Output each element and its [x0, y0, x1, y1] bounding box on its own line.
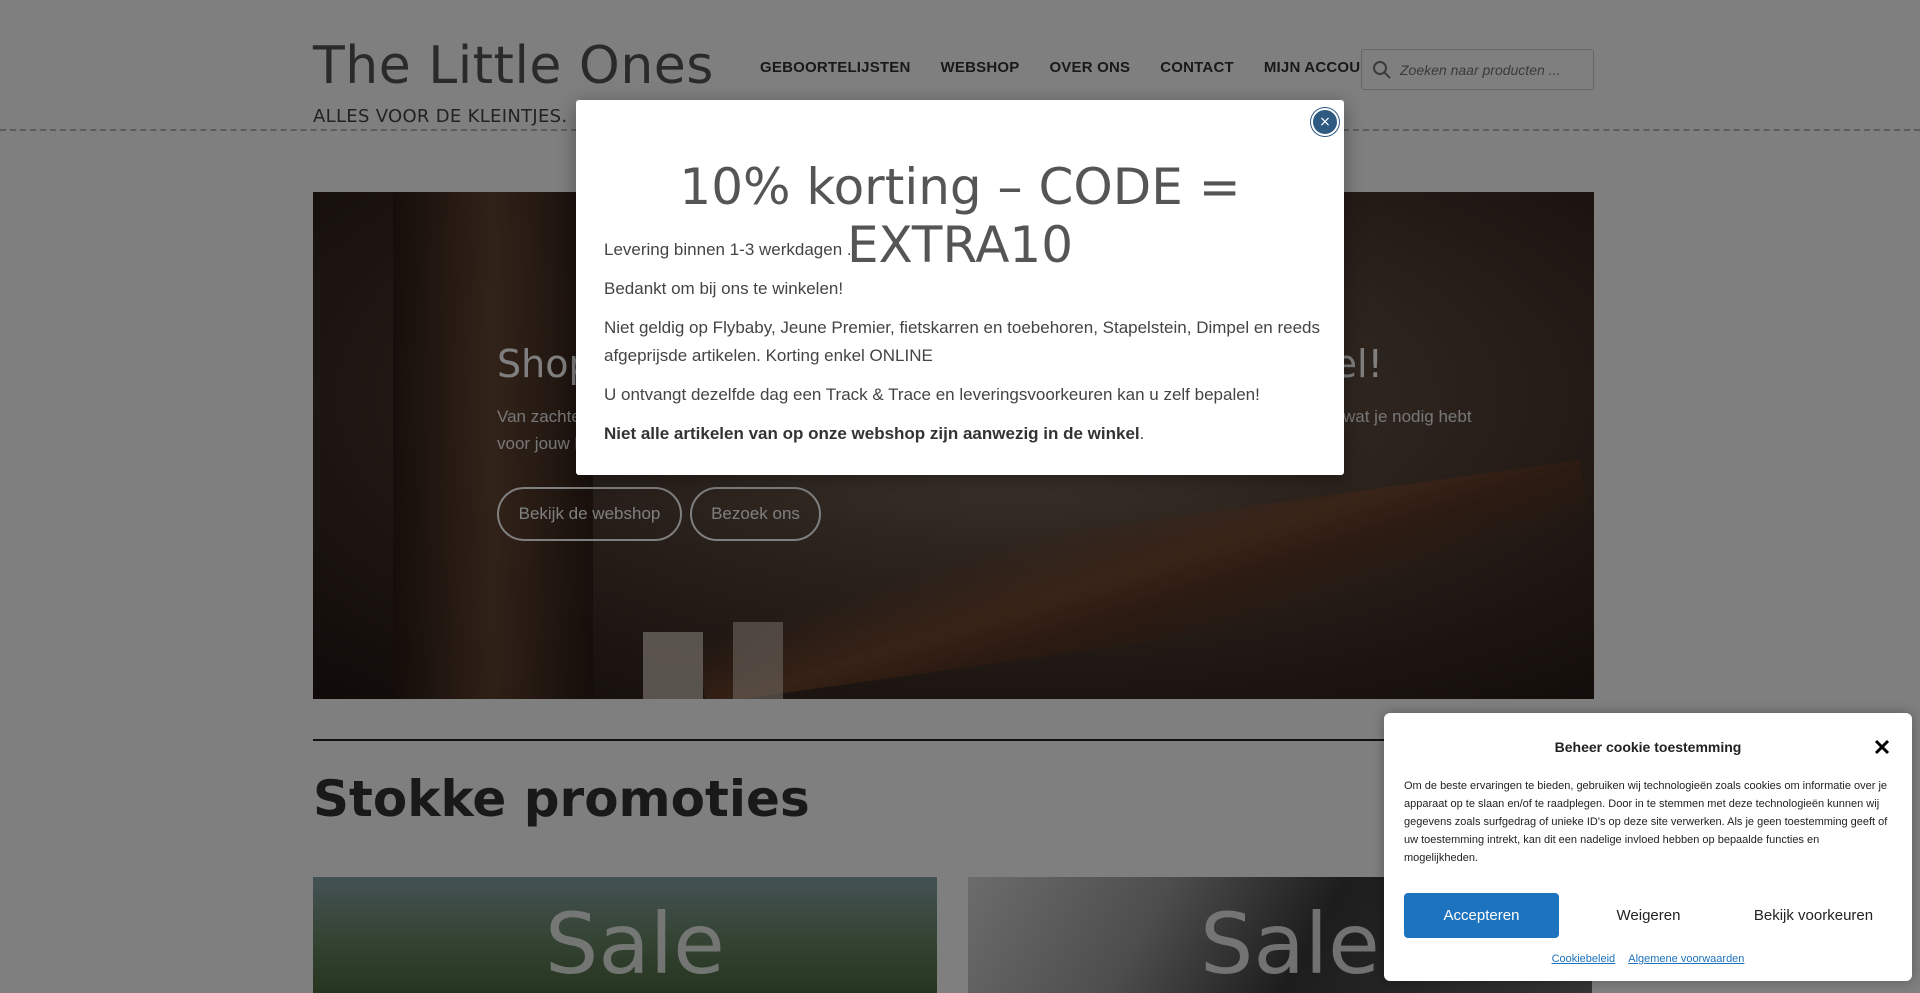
modal-line: Bedankt om bij ons te winkelen!: [604, 279, 844, 298]
modal-body: Levering binnen 1-3 werkdagen . Bedankt …: [604, 236, 1324, 459]
modal-line: Niet geldig op Flybaby, Jeune Premier, f…: [604, 318, 1320, 365]
accept-button[interactable]: Accepteren: [1404, 893, 1559, 938]
cookie-title: Beheer cookie toestemming: [1554, 739, 1742, 755]
cookie-banner: Beheer cookie toestemming Om de beste er…: [1384, 713, 1912, 981]
modal-close-button[interactable]: ×: [1311, 108, 1339, 136]
modal-line-bold: Niet alle artikelen van op onze webshop …: [604, 420, 1324, 448]
discount-modal: × 10% korting – CODE = EXTRA10 Levering …: [576, 100, 1344, 475]
modal-bold-text: Niet alle artikelen van op onze webshop …: [604, 424, 1140, 443]
cookie-links: Cookiebeleid Algemene voorwaarden: [1384, 953, 1912, 965]
modal-line: Levering binnen 1-3 werkdagen .: [604, 240, 852, 259]
terms-link[interactable]: Algemene voorwaarden: [1628, 953, 1744, 965]
cookie-policy-link[interactable]: Cookiebeleid: [1552, 953, 1616, 965]
close-icon[interactable]: [1870, 735, 1894, 759]
preferences-button[interactable]: Bekijk voorkeuren: [1736, 893, 1891, 938]
modal-bold-suffix: .: [1139, 424, 1145, 443]
cookie-text: Om de beste ervaringen te bieden, gebrui…: [1404, 780, 1888, 864]
deny-button[interactable]: Weigeren: [1571, 893, 1726, 938]
modal-line: U ontvangt dezelfde dag een Track & Trac…: [604, 385, 1260, 404]
